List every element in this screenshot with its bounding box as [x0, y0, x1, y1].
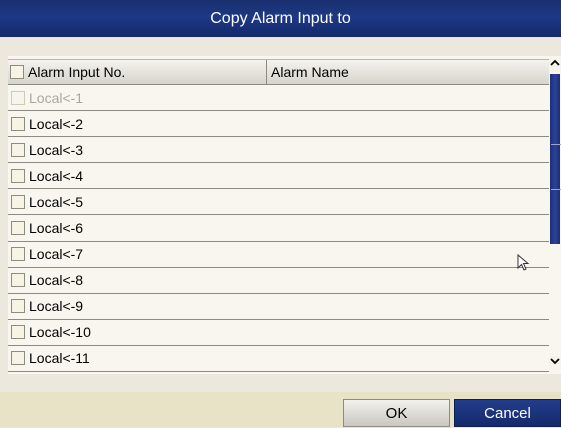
scrollbar-thumb[interactable]: [550, 74, 561, 244]
table-row[interactable]: Local<-8: [8, 268, 549, 294]
table-row[interactable]: Local<-10: [8, 320, 549, 346]
table-row[interactable]: Local<-1: [8, 85, 549, 112]
dialog-footer: OK Cancel: [0, 374, 561, 427]
table-row[interactable]: Local<-5: [8, 189, 549, 216]
alarm-input-no: Local<-1: [29, 89, 84, 106]
chevron-up-icon[interactable]: [549, 58, 561, 72]
row-checkbox[interactable]: [11, 194, 25, 209]
scrollbar-grip: [551, 189, 561, 190]
alarm-input-no: Local<-9: [29, 298, 84, 315]
alarm-input-no: Local<-7: [29, 246, 84, 263]
table-row[interactable]: Local<-6: [8, 215, 549, 242]
table-row[interactable]: Local<-4: [8, 163, 549, 190]
row-checkbox[interactable]: [11, 116, 25, 131]
alarm-input-no: Local<-4: [29, 167, 84, 184]
row-checkbox[interactable]: [11, 273, 25, 288]
row-checkbox[interactable]: [11, 221, 25, 236]
row-checkbox[interactable]: [11, 168, 25, 183]
alarm-input-no: Local<-2: [29, 115, 84, 132]
alarm-input-no: Local<-3: [29, 141, 84, 158]
alarm-input-no: Local<-8: [29, 272, 84, 289]
alarm-input-no: Local<-6: [29, 220, 84, 237]
column-header-alarm-name: Alarm Name: [271, 64, 349, 80]
vertical-scrollbar[interactable]: [549, 56, 561, 374]
row-checkbox[interactable]: [11, 142, 25, 157]
column-header-alarm-input-no: Alarm Input No.: [8, 60, 267, 84]
alarm-input-table: Alarm Input No. Alarm Name Local<-1 Loca…: [8, 56, 561, 374]
table-row[interactable]: Local<-11: [8, 346, 549, 373]
table-row[interactable]: Local<-9: [8, 294, 549, 320]
table-row[interactable]: Local<-2: [8, 111, 549, 138]
ok-button[interactable]: OK: [343, 399, 450, 427]
row-checkbox[interactable]: [11, 325, 25, 340]
row-checkbox[interactable]: [11, 299, 25, 314]
chevron-down-icon[interactable]: [549, 356, 561, 370]
row-checkbox[interactable]: [11, 351, 25, 366]
scrollbar-grip: [551, 144, 561, 145]
alarm-input-no: Local<-10: [29, 324, 91, 341]
column-header-label: Alarm Input No.: [28, 64, 126, 80]
mouse-pointer-icon: [517, 254, 530, 271]
select-all-checkbox[interactable]: [10, 65, 24, 79]
alarm-input-no: Local<-5: [29, 193, 84, 210]
alarm-input-no: Local<-11: [29, 350, 90, 367]
table-row[interactable]: Local<-3: [8, 137, 549, 164]
table-body: Local<-1 Local<-2 Local<-3 Local<-4 Loca…: [8, 85, 549, 373]
dialog-title: Copy Alarm Input to: [0, 0, 561, 37]
table-header: Alarm Input No. Alarm Name: [8, 59, 549, 85]
row-checkbox: [11, 90, 25, 105]
cancel-button[interactable]: Cancel: [454, 399, 561, 427]
dialog-spacer: [0, 37, 561, 56]
copy-alarm-input-dialog: Copy Alarm Input to Alarm Input No. Alar…: [0, 0, 561, 427]
table-row[interactable]: Local<-7: [8, 242, 549, 268]
row-checkbox[interactable]: [11, 247, 25, 262]
